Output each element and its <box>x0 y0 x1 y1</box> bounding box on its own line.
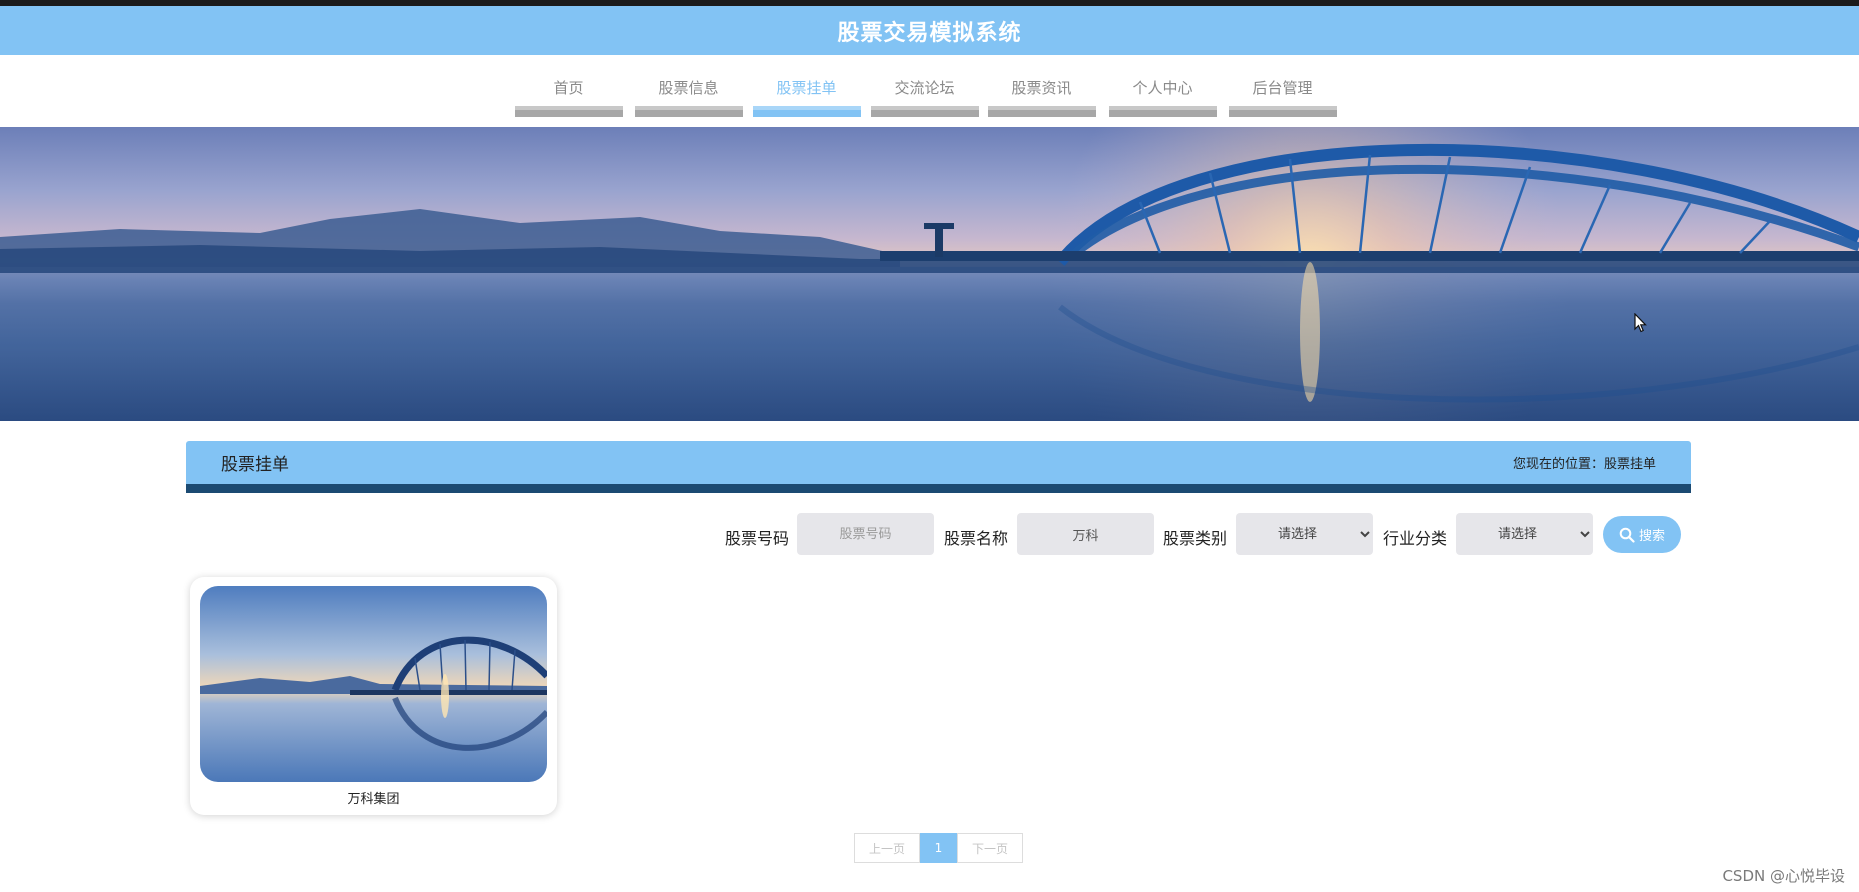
stock-card-name: 万科集团 <box>347 792 400 807</box>
nav-item-label: 股票信息 <box>658 79 719 97</box>
search-button[interactable]: 搜索 <box>1603 516 1681 553</box>
nav-item-profile[interactable]: 个人中心 <box>1108 55 1217 117</box>
nav-container: 首页 股票信息 股票挂单 交流论坛 股票资讯 个人中心 后台管理 <box>514 55 1345 127</box>
nav-item-label: 股票资讯 <box>1011 79 1072 97</box>
page-number-button[interactable]: 1 <box>920 833 957 863</box>
nav-item-bar <box>987 106 1096 117</box>
stock-code-input[interactable] <box>797 513 934 555</box>
stock-name-label: 股票名称 <box>944 529 1009 548</box>
nav-item-bar <box>752 106 861 117</box>
stock-category-label: 股票类别 <box>1163 529 1228 548</box>
nav-item-home[interactable]: 首页 <box>514 55 623 117</box>
app-title: 股票交易模拟系统 <box>837 20 1022 46</box>
section-title: 股票挂单 <box>221 455 289 475</box>
nav-item-bar <box>634 106 743 117</box>
nav-item-label: 个人中心 <box>1132 79 1193 97</box>
section-header-underline <box>186 484 1691 493</box>
prev-page-button[interactable]: 上一页 <box>854 833 920 863</box>
main-nav: 首页 股票信息 股票挂单 交流论坛 股票资讯 个人中心 后台管理 <box>0 55 1859 127</box>
stock-name-input[interactable] <box>1017 513 1154 555</box>
nav-item-stock-orders[interactable]: 股票挂单 <box>752 55 861 117</box>
nav-item-label: 后台管理 <box>1252 79 1313 97</box>
nav-item-bar <box>870 106 979 117</box>
nav-item-label: 首页 <box>553 79 584 97</box>
nav-item-label: 股票挂单 <box>776 79 837 97</box>
stock-code-label: 股票号码 <box>725 529 790 548</box>
pagination: 上一页 1 下一页 <box>854 833 1023 863</box>
hero-banner-image <box>0 127 1859 421</box>
nav-item-forum[interactable]: 交流论坛 <box>870 55 979 117</box>
search-icon <box>1619 527 1635 543</box>
nav-item-stock-info[interactable]: 股票信息 <box>634 55 743 117</box>
section-header: 股票挂单 您现在的位置：股票挂单 <box>186 441 1691 493</box>
industry-select[interactable]: 请选择 <box>1456 513 1593 555</box>
next-page-button[interactable]: 下一页 <box>957 833 1023 863</box>
mouse-cursor-icon <box>1634 313 1647 333</box>
nav-item-bar <box>1228 106 1337 117</box>
nav-item-stock-news[interactable]: 股票资讯 <box>987 55 1096 117</box>
industry-label: 行业分类 <box>1383 529 1448 548</box>
nav-item-label: 交流论坛 <box>894 79 955 97</box>
nav-item-bar <box>514 106 623 117</box>
stock-category-select[interactable]: 请选择 <box>1236 513 1373 555</box>
top-header: 股票交易模拟系统 <box>0 0 1859 55</box>
nav-item-bar <box>1108 106 1217 117</box>
bridge-thumbnail-illustration <box>200 586 547 782</box>
stock-card-image <box>200 586 547 782</box>
search-bar: 股票号码 股票名称 股票类别 请选择 行业分类 请选择 搜索 <box>0 513 1859 555</box>
search-button-label: 搜索 <box>1638 529 1665 544</box>
stock-card[interactable]: 万科集团 <box>190 577 557 815</box>
watermark-text: CSDN @心悦毕设 <box>1722 867 1845 885</box>
breadcrumb: 您现在的位置：股票挂单 <box>1512 457 1656 472</box>
bridge-sunset-illustration <box>0 127 1859 421</box>
nav-item-admin[interactable]: 后台管理 <box>1228 55 1337 117</box>
